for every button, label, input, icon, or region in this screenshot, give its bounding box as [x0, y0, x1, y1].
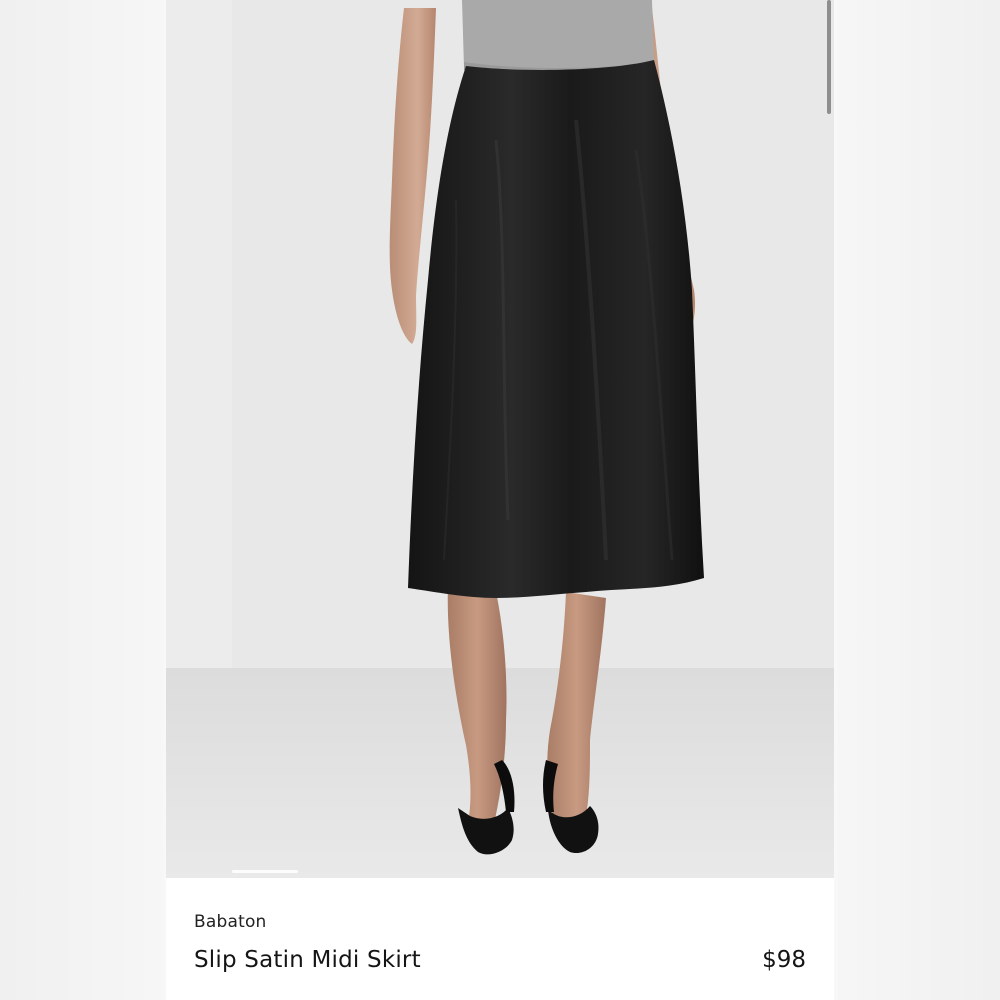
- screen: Babaton Slip Satin Midi Skirt $98: [0, 0, 1000, 1000]
- product-info: Babaton Slip Satin Midi Skirt $98: [166, 878, 834, 1000]
- scrollbar[interactable]: [824, 0, 834, 120]
- product-card[interactable]: Babaton Slip Satin Midi Skirt $98: [166, 0, 834, 1000]
- brand-name[interactable]: Babaton: [194, 912, 267, 932]
- carousel-indicator[interactable]: [232, 870, 298, 873]
- scrollbar-thumb[interactable]: [827, 0, 831, 114]
- product-image-illustration: [166, 0, 834, 878]
- satin-skirt: [408, 60, 704, 598]
- grey-top: [462, 0, 654, 73]
- product-title[interactable]: Slip Satin Midi Skirt: [194, 947, 421, 973]
- product-price: $98: [762, 947, 806, 973]
- product-photo[interactable]: [166, 0, 834, 878]
